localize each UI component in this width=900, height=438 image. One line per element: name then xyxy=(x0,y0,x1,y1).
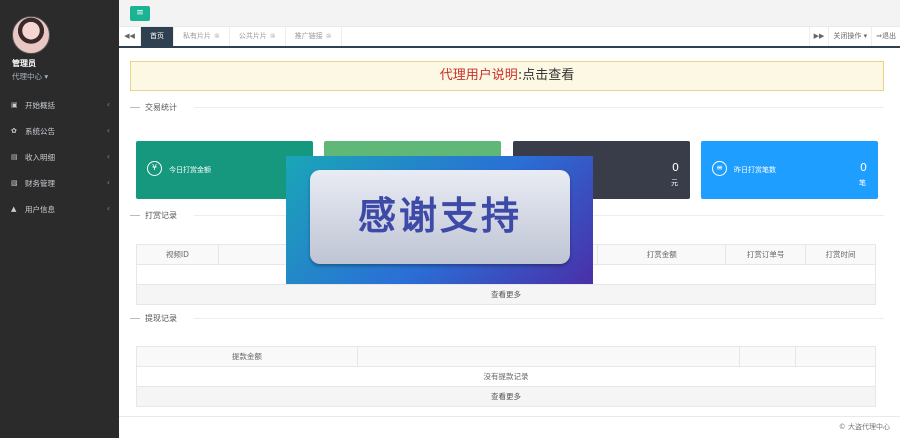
column-header: 打赏订单号 xyxy=(725,244,807,265)
sidebar-item-user-info[interactable]: ▲ 用户信息 ‹ xyxy=(0,196,119,222)
tab-bar: ◀◀ 首页 私有片片 ⊗ 公共片片 ⊗ 推广链接 ⊗ ▶▶ 关闭操作 ▾ ⇒退出 xyxy=(119,27,900,48)
double-chevron-right-icon: ▶▶ xyxy=(813,32,825,40)
finance-icon: ▧ xyxy=(11,179,18,187)
view-more-withdraw-button[interactable]: 查看更多 xyxy=(136,386,876,407)
stat-card-unit: 笔 xyxy=(859,179,866,187)
section-title-withdraw: 提现记录 xyxy=(130,313,884,324)
chevron-left-icon: ‹ xyxy=(106,204,110,213)
tab-scroll-left-button[interactable]: ◀◀ xyxy=(119,27,141,46)
sidebar-nav: ▣ 开始概括 ‹ ✿ 系统公告 ‹ ▤ 收入明细 ‹ ▧ 财务管理 ‹ ▲ 用户… xyxy=(0,92,119,222)
stat-card-value: 0 xyxy=(860,161,867,174)
section-title-stats: 交易统计 xyxy=(130,102,884,113)
footer-copyright: © 大盗代理中心 xyxy=(838,423,890,431)
sidebar-item-label: 系统公告 xyxy=(25,126,55,136)
stat-card-unit: 元 xyxy=(671,179,678,187)
empty-state-text: 没有提款记录 xyxy=(136,366,876,387)
profile-name: 管理员 xyxy=(12,59,36,68)
stat-card-yesterday-count: ≡ 昨日打赏笔数 0 笔 xyxy=(701,141,878,199)
logout-button[interactable]: ⇒退出 xyxy=(871,27,900,46)
list-icon: ≡ xyxy=(712,161,727,176)
close-icon[interactable]: ⊗ xyxy=(214,32,220,40)
footer: © 大盗代理中心 xyxy=(119,416,900,438)
agent-notice-banner[interactable]: 代理用户说明:点击查看 xyxy=(130,61,884,91)
user-icon: ▲ xyxy=(11,205,17,213)
hamburger-icon: ≡ xyxy=(136,8,144,18)
sidebar-item-income[interactable]: ▤ 收入明细 ‹ xyxy=(0,144,119,170)
close-actions-dropdown[interactable]: 关闭操作 ▾ xyxy=(828,27,871,46)
thanks-text: 感谢支持 xyxy=(310,170,570,264)
chevron-left-icon: ‹ xyxy=(106,152,110,161)
sidebar-item-label: 财务管理 xyxy=(25,178,55,188)
tab-scroll-right-button[interactable]: ▶▶ xyxy=(808,27,829,46)
tab-promo-links[interactable]: 推广链接 ⊗ xyxy=(286,27,342,46)
sidebar-item-label: 开始概括 xyxy=(25,100,55,110)
tab-private-videos[interactable]: 私有片片 ⊗ xyxy=(174,27,230,46)
column-header xyxy=(356,346,741,367)
profile: 管理员 代理中心 ▾ xyxy=(0,0,119,92)
thanks-overlay-image: 感谢支持 xyxy=(286,156,593,284)
menu-toggle-button[interactable]: ≡ xyxy=(130,6,150,21)
avatar[interactable] xyxy=(12,16,50,54)
chevron-left-icon: ‹ xyxy=(106,126,110,135)
tab-label: 公共片片 xyxy=(238,32,267,40)
column-header: 打赏时间 xyxy=(805,244,876,265)
column-header: 视频ID xyxy=(136,244,219,265)
tab-home[interactable]: 首页 xyxy=(141,27,174,46)
view-more-rewards-button[interactable]: 查看更多 xyxy=(136,284,876,305)
yen-icon: ¥ xyxy=(147,161,162,176)
topbar: ≡ xyxy=(119,0,900,27)
stat-card-label: 昨日打赏笔数 xyxy=(734,166,776,174)
sidebar-item-finance[interactable]: ▧ 财务管理 ‹ xyxy=(0,170,119,196)
chevron-left-icon: ‹ xyxy=(106,178,110,187)
sidebar-item-label: 用户信息 xyxy=(25,204,55,214)
list-icon: ▤ xyxy=(11,153,18,161)
column-header: 提款金额 xyxy=(136,346,358,367)
sidebar-item-announcements[interactable]: ✿ 系统公告 ‹ xyxy=(0,118,119,144)
column-header: 打赏金额 xyxy=(597,244,727,265)
double-chevron-left-icon: ◀◀ xyxy=(124,32,135,40)
tab-label: 首页 xyxy=(150,32,164,40)
close-icon[interactable]: ⊗ xyxy=(270,32,276,40)
withdraw-table: 提款金额 没有提款记录 查看更多 xyxy=(136,346,876,407)
stat-card-label: 今日打赏金额 xyxy=(169,166,211,174)
tab-label: 私有片片 xyxy=(183,32,211,40)
tab-label: 推广链接 xyxy=(294,32,323,40)
sidebar-item-overview[interactable]: ▣ 开始概括 ‹ xyxy=(0,92,119,118)
tab-public-videos[interactable]: 公共片片 ⊗ xyxy=(230,27,286,46)
dashboard-icon: ▣ xyxy=(11,101,18,109)
section-title-rewards: 打赏记录 xyxy=(130,210,884,221)
tab-right-actions: ▶▶ 关闭操作 ▾ ⇒退出 xyxy=(808,27,900,46)
column-header xyxy=(795,346,876,367)
column-header xyxy=(739,346,797,367)
profile-role-dropdown[interactable]: 代理中心 ▾ xyxy=(12,71,119,82)
gear-icon: ✿ xyxy=(11,127,17,135)
close-icon[interactable]: ⊗ xyxy=(326,32,332,40)
stat-card-value: 0 xyxy=(672,161,679,174)
chevron-left-icon: ‹ xyxy=(106,100,110,109)
notice-link-text[interactable]: :点击查看 xyxy=(518,68,574,83)
notice-highlight: 代理用户说明 xyxy=(439,68,518,83)
sidebar: 管理员 代理中心 ▾ ▣ 开始概括 ‹ ✿ 系统公告 ‹ ▤ 收入明细 ‹ ▧ … xyxy=(0,0,119,438)
sidebar-item-label: 收入明细 xyxy=(25,152,55,162)
tabs: 首页 私有片片 ⊗ 公共片片 ⊗ 推广链接 ⊗ xyxy=(141,27,342,46)
